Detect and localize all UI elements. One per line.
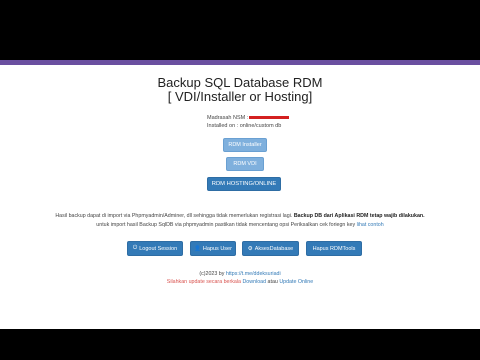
- redacted-nsm: [249, 116, 290, 120]
- update-online-link[interactable]: Update Online: [279, 279, 313, 285]
- copyright-line: (c)2023 by https://t.me/ddeksuriadi: [0, 271, 480, 277]
- author-link[interactable]: https://t.me/ddeksuriadi: [226, 271, 281, 277]
- page-title: Backup SQL Database RDM: [157, 75, 323, 90]
- download-link[interactable]: Download: [242, 279, 266, 285]
- user-icon: 👤: [194, 245, 201, 252]
- info-text-2: untuk import hasil Backup SqlDB via phpm…: [96, 222, 356, 228]
- main-page: Backup SQL Database RDM [ VDI/Installer …: [0, 65, 480, 329]
- akses-database-button[interactable]: ⚙ AksesDatabase: [242, 241, 299, 256]
- rdm-hosting-button[interactable]: RDM HOSTING/ONLINE: [207, 177, 281, 191]
- info-line-1: Hasil backup dapat di import via Phpmyad…: [0, 212, 480, 220]
- madrasah-nsm: Madrasah NSM :: [207, 115, 290, 122]
- akses-db-label: AksesDatabase: [254, 245, 294, 252]
- lihat-contoh-link[interactable]: lihat contoh: [357, 222, 384, 228]
- copyright-text: (c)2023 by: [199, 271, 225, 277]
- logout-label: Logout Session: [139, 245, 178, 252]
- madrasah-label: Madrasah NSM :: [207, 115, 249, 121]
- hapus-user-label: Hapus User: [202, 245, 232, 252]
- rdm-installer-button[interactable]: RDM Installer: [223, 138, 267, 152]
- installed-on: Installed on : online/custom db: [207, 123, 282, 129]
- hapus-user-button[interactable]: 👤 Hapus User: [190, 241, 236, 256]
- hapus-rdmtools-button[interactable]: Hapus RDMTools: [306, 241, 362, 256]
- logout-session-button[interactable]: ⏻ Logout Session: [127, 241, 183, 256]
- top-letterbox: [0, 0, 480, 60]
- page-subtitle: [ VDI/Installer or Hosting]: [167, 89, 313, 104]
- rdm-vdi-button[interactable]: RDM VDI: [226, 157, 264, 171]
- update-line: Silahkan update secara berkala Download …: [0, 279, 480, 285]
- bottom-letterbox: [0, 329, 480, 360]
- atau-text: atau: [267, 279, 278, 285]
- gear-icon: ⚙: [247, 245, 253, 252]
- update-text: Silahkan update secara berkala: [166, 279, 241, 285]
- power-icon: ⏻: [132, 245, 138, 251]
- info-text: Hasil backup dapat di import via Phpmyad…: [55, 213, 293, 219]
- info-line-2: untuk import hasil Backup SqlDB via phpm…: [0, 221, 480, 229]
- info-bold: Backup DB dari Aplikasi RDM tetap wajib …: [293, 213, 425, 219]
